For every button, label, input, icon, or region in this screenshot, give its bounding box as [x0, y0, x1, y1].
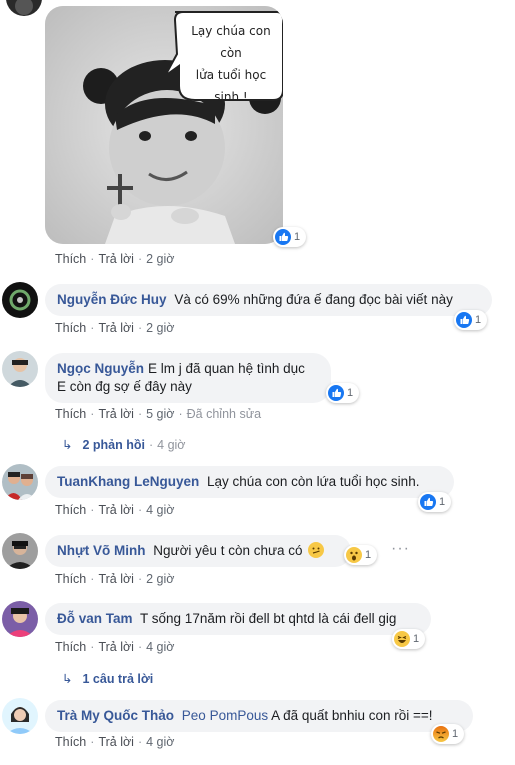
view-replies[interactable]: ↳ 2 phản hồi · 4 giờ: [62, 437, 186, 452]
reply-arrow-icon: ↳: [62, 672, 73, 686]
like-link[interactable]: Thích: [55, 640, 86, 654]
comment-bubble: TuanKhang LeNguyen Lạy chúa con còn lứa …: [45, 466, 454, 498]
comment-text: A đã quất bnhiu con rồi ==!: [271, 708, 433, 723]
reaction-count-badge[interactable]: 1: [273, 227, 307, 247]
like-link[interactable]: Thích: [55, 503, 86, 517]
comment-actions: Thích · Trả lời · 4 giờ: [55, 640, 175, 654]
reaction-count: 1: [347, 387, 354, 399]
comment-text: T sống 17năm rồi đell bt qhtd là cái đel…: [140, 611, 397, 626]
like-icon: [275, 229, 291, 245]
comment-actions: Thích · Trả lời · 4 giờ: [55, 503, 175, 517]
comment-bubble: Ngọc Nguyễn E lm j đã quan hệ tình dục E …: [45, 353, 331, 403]
timestamp[interactable]: 2 giờ: [146, 572, 174, 586]
comment-text: Người yêu t còn chưa có: [153, 543, 303, 558]
reaction-count-badge[interactable]: 1: [326, 383, 360, 403]
reaction-count-badge[interactable]: 1: [392, 629, 426, 649]
comment-bubble: Trà My Quốc Thảo Peo PomPous A đã quất b…: [45, 700, 473, 732]
like-link[interactable]: Thích: [55, 252, 86, 266]
smirk-emoji-icon: [308, 542, 325, 558]
view-replies[interactable]: ↳ 1 câu trả lời: [62, 671, 153, 686]
reaction-count: 1: [439, 496, 446, 508]
reaction-count-badge[interactable]: 1: [344, 545, 378, 565]
timestamp[interactable]: 2 giờ: [146, 252, 174, 266]
reaction-count-badge[interactable]: 1: [418, 492, 452, 512]
comment-text-line-2: E còn đg sợ ế đây này: [57, 379, 192, 394]
timestamp[interactable]: 4 giờ: [146, 735, 174, 749]
like-icon: [420, 494, 436, 510]
reply-link[interactable]: Trả lời: [98, 503, 134, 517]
more-options-icon[interactable]: ···: [391, 540, 410, 558]
timestamp[interactable]: 4 giờ: [146, 640, 174, 654]
comment-bubble: Nhựt Võ Minh Người yêu t còn chưa có: [45, 535, 351, 567]
reply-link[interactable]: Trả lời: [98, 735, 134, 749]
avatar[interactable]: [2, 351, 38, 387]
timestamp[interactable]: 2 giờ: [146, 321, 174, 335]
comment-text-line-1: E lm j đã quan hệ tình dục: [148, 361, 305, 376]
comment-bubble: Nguyễn Đức Huy Và có 69% những đứa ế đan…: [45, 284, 492, 316]
mention-link[interactable]: Peo PomPous: [182, 708, 268, 723]
reaction-count: 1: [413, 633, 420, 645]
comment-actions: Thích · Trả lời · 2 giờ: [55, 321, 175, 335]
comment-author[interactable]: Nhựt Võ Minh: [57, 543, 146, 558]
timestamp[interactable]: 4 giờ: [146, 503, 174, 517]
avatar[interactable]: [2, 282, 38, 318]
reply-link[interactable]: Trả lời: [98, 572, 134, 586]
meme-image[interactable]: Lạy chúa con còn lửa tuổi học sinh !: [45, 6, 283, 244]
comment-actions: Thích · Trả lời · 2 giờ: [55, 252, 175, 266]
avatar[interactable]: [2, 601, 38, 637]
reaction-count: 1: [294, 231, 301, 243]
comment-actions: Thích · Trả lời · 5 giờ · Đã chỉnh sửa: [55, 407, 262, 421]
edited-label[interactable]: Đã chỉnh sửa: [187, 407, 261, 421]
avatar[interactable]: [6, 0, 42, 16]
haha-icon: [394, 631, 410, 647]
reply-arrow-icon: ↳: [62, 438, 73, 452]
reaction-count: 1: [365, 549, 372, 561]
angry-icon: [433, 726, 449, 742]
like-icon: [328, 385, 344, 401]
reaction-count-badge[interactable]: 1: [431, 724, 465, 744]
like-link[interactable]: Thích: [55, 407, 86, 421]
avatar[interactable]: [2, 464, 38, 500]
reaction-count-badge[interactable]: 1: [454, 310, 488, 330]
comment-actions: Thích · Trả lời · 2 giờ: [55, 572, 175, 586]
speech-bubble-text: Lạy chúa con còn lửa tuổi học sinh !: [183, 20, 279, 108]
reply-link[interactable]: Trả lời: [98, 321, 134, 335]
comment-author[interactable]: Đỗ van Tam: [57, 611, 133, 626]
reaction-count: 1: [452, 728, 459, 740]
comment-author[interactable]: TuanKhang LeNguyen: [57, 474, 199, 489]
like-icon: [456, 312, 472, 328]
reply-link[interactable]: Trả lời: [98, 407, 134, 421]
comment-author[interactable]: Ngọc Nguyễn: [57, 361, 144, 376]
comment-bubble: Đỗ van Tam T sống 17năm rồi đell bt qhtd…: [45, 603, 431, 635]
speech-line-2: lửa tuổi học sinh !: [195, 68, 267, 104]
replies-count[interactable]: 2 phản hồi: [82, 438, 145, 452]
comment-author[interactable]: Trà My Quốc Thảo: [57, 708, 174, 723]
speech-line-1: Lạy chúa con còn: [191, 24, 271, 60]
like-link[interactable]: Thích: [55, 572, 86, 586]
like-link[interactable]: Thích: [55, 321, 86, 335]
comment-text: Và có 69% những đứa ế đang đọc bài viết …: [174, 292, 453, 307]
avatar[interactable]: [2, 698, 38, 734]
wow-icon: [346, 547, 362, 563]
like-link[interactable]: Thích: [55, 735, 86, 749]
timestamp[interactable]: 5 giờ: [146, 407, 174, 421]
comment-author[interactable]: Nguyễn Đức Huy: [57, 292, 167, 307]
reply-link[interactable]: Trả lời: [98, 252, 134, 266]
reaction-count: 1: [475, 314, 482, 326]
replies-count[interactable]: 1 câu trả lời: [82, 672, 153, 686]
reply-link[interactable]: Trả lời: [98, 640, 134, 654]
comment-text: Lạy chúa con còn lứa tuổi học sinh.: [207, 474, 420, 489]
replies-time: 4 giờ: [157, 438, 186, 452]
avatar[interactable]: [2, 533, 38, 569]
comment-actions: Thích · Trả lời · 4 giờ: [55, 735, 175, 749]
